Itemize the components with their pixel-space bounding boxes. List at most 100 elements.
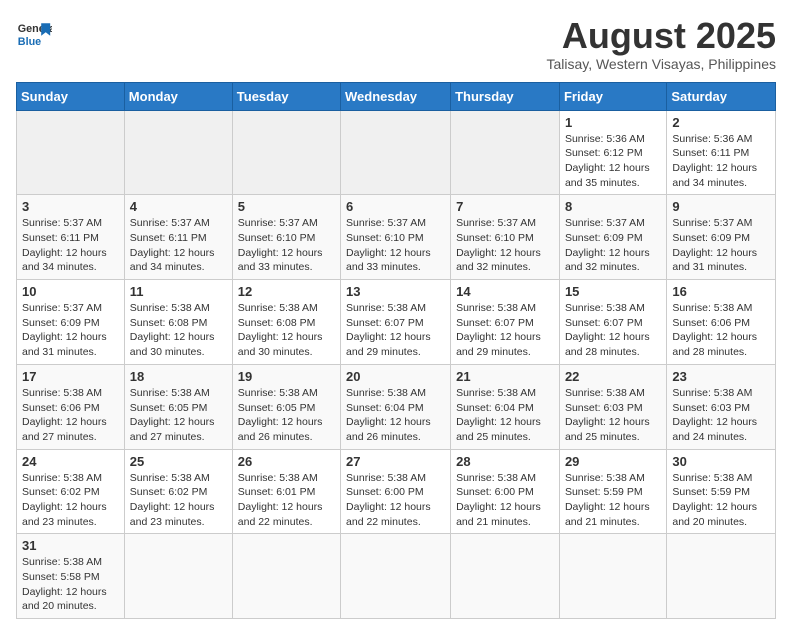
day-info: Sunrise: 5:38 AM Sunset: 6:02 PM Dayligh… (22, 471, 119, 530)
day-number: 31 (22, 538, 119, 553)
day-number: 7 (456, 199, 554, 214)
day-info: Sunrise: 5:38 AM Sunset: 6:07 PM Dayligh… (456, 301, 554, 360)
day-info: Sunrise: 5:37 AM Sunset: 6:10 PM Dayligh… (456, 216, 554, 275)
calendar-cell: 14 Sunrise: 5:38 AM Sunset: 6:07 PM Dayli… (451, 280, 560, 365)
day-info: Sunrise: 5:38 AM Sunset: 6:03 PM Dayligh… (565, 386, 661, 445)
col-friday: Friday (559, 82, 666, 110)
calendar-cell (451, 110, 560, 195)
calendar-cell (667, 534, 776, 619)
calendar-cell: 2Sunrise: 5:36 AM Sunset: 6:11 PM Daylig… (667, 110, 776, 195)
calendar-cell: 26 Sunrise: 5:38 AM Sunset: 6:01 PM Dayli… (232, 449, 340, 534)
day-number: 5 (238, 199, 335, 214)
day-info: Sunrise: 5:38 AM Sunset: 6:07 PM Dayligh… (346, 301, 445, 360)
col-wednesday: Wednesday (341, 82, 451, 110)
calendar-cell (341, 534, 451, 619)
day-info: Sunrise: 5:38 AM Sunset: 6:06 PM Dayligh… (672, 301, 770, 360)
calendar-cell: 1Sunrise: 5:36 AM Sunset: 6:12 PM Daylig… (559, 110, 666, 195)
day-number: 24 (22, 454, 119, 469)
calendar-cell: 30 Sunrise: 5:38 AM Sunset: 5:59 PM Dayli… (667, 449, 776, 534)
calendar-cell: 18 Sunrise: 5:38 AM Sunset: 6:05 PM Dayli… (124, 364, 232, 449)
week-row-0: 1Sunrise: 5:36 AM Sunset: 6:12 PM Daylig… (17, 110, 776, 195)
day-info: Sunrise: 5:37 AM Sunset: 6:09 PM Dayligh… (672, 216, 770, 275)
day-number: 29 (565, 454, 661, 469)
day-info: Sunrise: 5:37 AM Sunset: 6:10 PM Dayligh… (346, 216, 445, 275)
week-row-5: 31 Sunrise: 5:38 AM Sunset: 5:58 PM Dayli… (17, 534, 776, 619)
day-info: Sunrise: 5:38 AM Sunset: 6:05 PM Dayligh… (238, 386, 335, 445)
day-number: 11 (130, 284, 227, 299)
title-area: August 2025 Talisay, Western Visayas, Ph… (546, 16, 776, 72)
calendar-cell: 19Sunrise: 5:38 AM Sunset: 6:05 PM Dayli… (232, 364, 340, 449)
col-thursday: Thursday (451, 82, 560, 110)
calendar-cell: 11Sunrise: 5:38 AM Sunset: 6:08 PM Dayli… (124, 280, 232, 365)
day-info: Sunrise: 5:38 AM Sunset: 6:00 PM Dayligh… (456, 471, 554, 530)
day-number: 13 (346, 284, 445, 299)
day-info: Sunrise: 5:37 AM Sunset: 6:09 PM Dayligh… (565, 216, 661, 275)
calendar-cell (124, 110, 232, 195)
calendar-cell: 15 Sunrise: 5:38 AM Sunset: 6:07 PM Dayli… (559, 280, 666, 365)
header: General Blue August 2025 Talisay, Wester… (16, 16, 776, 72)
calendar-cell: 8 Sunrise: 5:37 AM Sunset: 6:09 PM Daylig… (559, 195, 666, 280)
calendar-cell: 29 Sunrise: 5:38 AM Sunset: 5:59 PM Dayli… (559, 449, 666, 534)
calendar-cell: 24 Sunrise: 5:38 AM Sunset: 6:02 PM Dayli… (17, 449, 125, 534)
calendar-cell (451, 534, 560, 619)
calendar-cell: 16 Sunrise: 5:38 AM Sunset: 6:06 PM Dayli… (667, 280, 776, 365)
day-number: 28 (456, 454, 554, 469)
calendar-header: Sunday Monday Tuesday Wednesday Thursday… (17, 82, 776, 110)
day-info: Sunrise: 5:36 AM Sunset: 6:12 PM Dayligh… (565, 132, 661, 191)
day-number: 25 (130, 454, 227, 469)
day-info: Sunrise: 5:38 AM Sunset: 6:03 PM Dayligh… (672, 386, 770, 445)
calendar-cell: 3 Sunrise: 5:37 AM Sunset: 6:11 PM Daylig… (17, 195, 125, 280)
week-row-1: 3 Sunrise: 5:37 AM Sunset: 6:11 PM Daylig… (17, 195, 776, 280)
calendar-cell: 25Sunrise: 5:38 AM Sunset: 6:02 PM Dayli… (124, 449, 232, 534)
calendar-cell: 7 Sunrise: 5:37 AM Sunset: 6:10 PM Daylig… (451, 195, 560, 280)
day-number: 8 (565, 199, 661, 214)
week-row-3: 17Sunrise: 5:38 AM Sunset: 6:06 PM Dayli… (17, 364, 776, 449)
calendar-table: Sunday Monday Tuesday Wednesday Thursday… (16, 82, 776, 620)
calendar-cell (17, 110, 125, 195)
week-row-2: 10Sunrise: 5:37 AM Sunset: 6:09 PM Dayli… (17, 280, 776, 365)
calendar-cell (124, 534, 232, 619)
day-number: 3 (22, 199, 119, 214)
day-info: Sunrise: 5:38 AM Sunset: 5:58 PM Dayligh… (22, 555, 119, 614)
col-tuesday: Tuesday (232, 82, 340, 110)
calendar-cell: 4Sunrise: 5:37 AM Sunset: 6:11 PM Daylig… (124, 195, 232, 280)
calendar-cell: 12 Sunrise: 5:38 AM Sunset: 6:08 PM Dayli… (232, 280, 340, 365)
day-info: Sunrise: 5:38 AM Sunset: 6:05 PM Dayligh… (130, 386, 227, 445)
calendar-cell: 28 Sunrise: 5:38 AM Sunset: 6:00 PM Dayli… (451, 449, 560, 534)
day-info: Sunrise: 5:38 AM Sunset: 6:04 PM Dayligh… (346, 386, 445, 445)
day-info: Sunrise: 5:38 AM Sunset: 6:01 PM Dayligh… (238, 471, 335, 530)
day-info: Sunrise: 5:37 AM Sunset: 6:11 PM Dayligh… (22, 216, 119, 275)
col-sunday: Sunday (17, 82, 125, 110)
day-info: Sunrise: 5:38 AM Sunset: 5:59 PM Dayligh… (565, 471, 661, 530)
day-number: 15 (565, 284, 661, 299)
day-number: 22 (565, 369, 661, 384)
day-number: 18 (130, 369, 227, 384)
day-number: 10 (22, 284, 119, 299)
week-row-4: 24 Sunrise: 5:38 AM Sunset: 6:02 PM Dayli… (17, 449, 776, 534)
calendar-cell: 23Sunrise: 5:38 AM Sunset: 6:03 PM Dayli… (667, 364, 776, 449)
calendar-subtitle: Talisay, Western Visayas, Philippines (546, 56, 776, 72)
day-number: 30 (672, 454, 770, 469)
day-number: 26 (238, 454, 335, 469)
calendar-cell: 5Sunrise: 5:37 AM Sunset: 6:10 PM Daylig… (232, 195, 340, 280)
day-info: Sunrise: 5:38 AM Sunset: 5:59 PM Dayligh… (672, 471, 770, 530)
day-info: Sunrise: 5:38 AM Sunset: 6:08 PM Dayligh… (238, 301, 335, 360)
day-info: Sunrise: 5:38 AM Sunset: 6:07 PM Dayligh… (565, 301, 661, 360)
day-info: Sunrise: 5:38 AM Sunset: 6:00 PM Dayligh… (346, 471, 445, 530)
day-number: 21 (456, 369, 554, 384)
col-saturday: Saturday (667, 82, 776, 110)
calendar-cell (559, 534, 666, 619)
generalblue-logo-icon: General Blue (16, 16, 52, 52)
calendar-cell (341, 110, 451, 195)
calendar-cell: 6Sunrise: 5:37 AM Sunset: 6:10 PM Daylig… (341, 195, 451, 280)
day-number: 16 (672, 284, 770, 299)
logo: General Blue (16, 16, 52, 52)
day-number: 2 (672, 115, 770, 130)
day-number: 14 (456, 284, 554, 299)
day-number: 12 (238, 284, 335, 299)
col-monday: Monday (124, 82, 232, 110)
calendar-cell: 20Sunrise: 5:38 AM Sunset: 6:04 PM Dayli… (341, 364, 451, 449)
calendar-cell: 17Sunrise: 5:38 AM Sunset: 6:06 PM Dayli… (17, 364, 125, 449)
calendar-cell (232, 534, 340, 619)
day-number: 17 (22, 369, 119, 384)
